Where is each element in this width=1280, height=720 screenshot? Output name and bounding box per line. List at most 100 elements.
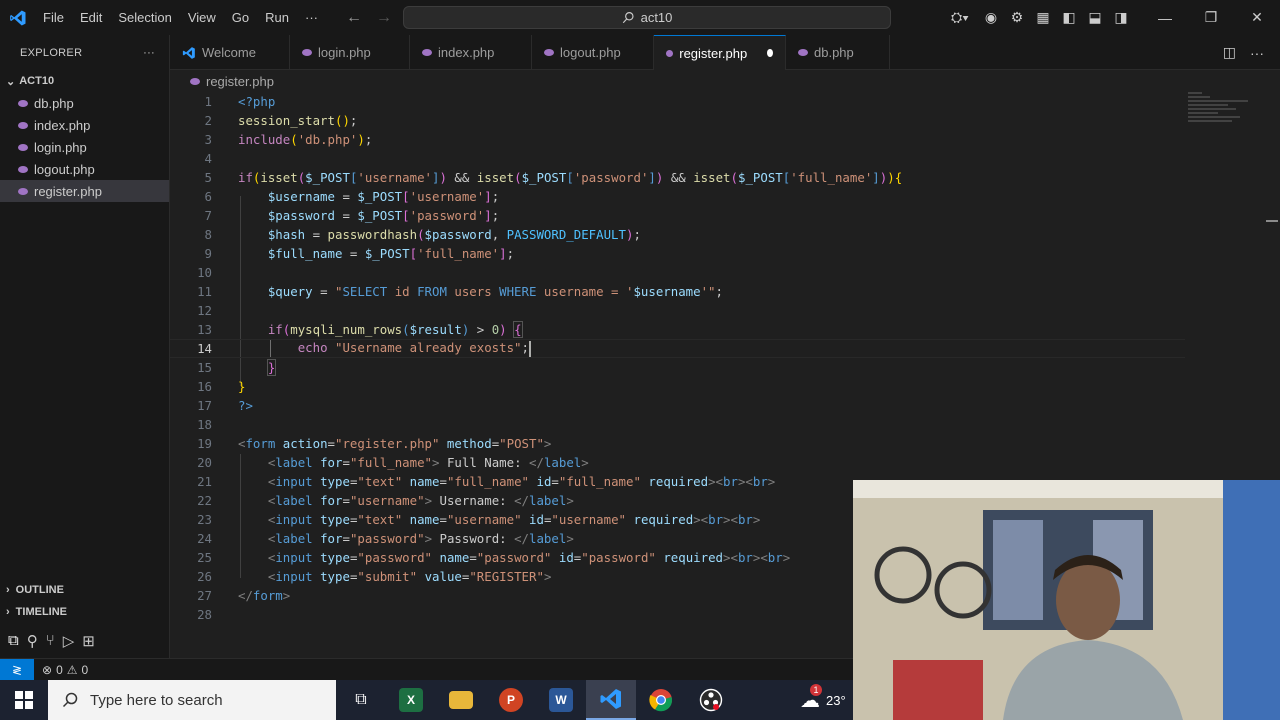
code-text: <input type="text" name="full_name" id="… xyxy=(267,474,776,489)
chevron-down-icon: ⌄ xyxy=(6,75,16,88)
forward-arrow-icon[interactable]: → xyxy=(376,9,392,27)
tab-logout-php[interactable]: logout.php xyxy=(532,35,654,70)
powerpoint-icon[interactable]: P xyxy=(486,680,536,720)
line-number: 5 xyxy=(204,170,212,185)
unsaved-dot-icon[interactable] xyxy=(767,49,773,57)
taskbar-search[interactable]: Type here to search xyxy=(48,680,336,720)
extensions-icon[interactable]: ⊞ xyxy=(82,632,95,650)
file-register-php[interactable]: register.php xyxy=(0,180,169,202)
file-db-php[interactable]: db.php xyxy=(0,92,169,114)
line-number: 6 xyxy=(204,189,212,204)
search-icon xyxy=(622,12,634,24)
file-label: index.php xyxy=(34,117,91,133)
menu-selection[interactable]: Selection xyxy=(110,0,179,35)
weather-cloud-icon: ☁ 1 xyxy=(800,683,822,712)
toggle-secondary-sidebar-icon[interactable]: ◨ xyxy=(1108,0,1134,35)
menu-view[interactable]: View xyxy=(180,0,224,35)
customize-layout-icon[interactable]: ▦ xyxy=(1030,0,1056,35)
chrome-icon[interactable] xyxy=(636,680,686,720)
menu-go[interactable]: Go xyxy=(224,0,257,35)
account-icon[interactable]: ◉ xyxy=(978,0,1004,35)
vscode-tab-icon xyxy=(182,46,195,59)
tab-index-php[interactable]: index.php xyxy=(410,35,532,70)
copilot-icon[interactable]: ⛭▾ xyxy=(942,0,978,35)
error-count: 0 xyxy=(56,662,63,677)
split-editor-icon[interactable]: ◫ xyxy=(1223,44,1236,61)
tab-login-php[interactable]: login.php xyxy=(290,35,410,70)
minimize-icon[interactable]: — xyxy=(1142,0,1188,35)
code-text: $query = "SELECT id FROM users WHERE use… xyxy=(267,284,723,299)
remote-indicator-icon[interactable]: ≷ xyxy=(0,658,34,681)
weather-widget[interactable]: ☁ 1 23° xyxy=(800,680,846,720)
folder-act10[interactable]: ⌄ ACT10 xyxy=(0,70,169,92)
code-text: <input type="text" name="username" id="u… xyxy=(267,512,761,527)
obs-icon[interactable] xyxy=(686,680,736,720)
source-control-icon[interactable]: ⑂ xyxy=(46,632,55,649)
explorer-icon[interactable]: ⧉ xyxy=(8,632,19,649)
php-file-icon xyxy=(18,187,28,195)
tabs-actions: ◫ ··· xyxy=(1223,35,1280,70)
code-line: 5 if(isset($_POST['username']) && isset($… xyxy=(170,168,1185,187)
code-text: <label for="full_name"> Full Name: </lab… xyxy=(267,455,589,470)
code-text: <?php xyxy=(238,94,276,109)
word-icon[interactable]: W xyxy=(536,680,586,720)
file-login-php[interactable]: login.php xyxy=(0,136,169,158)
file-logout-php[interactable]: logout.php xyxy=(0,158,169,180)
code-text: if(mysqli_num_rows($result) > 0) { xyxy=(267,321,523,338)
line-number: 4 xyxy=(204,151,212,166)
outline-label: OUTLINE xyxy=(15,584,64,596)
sidebar: EXPLORER ··· ⌄ ACT10 db.php index.php lo… xyxy=(0,35,170,658)
explorer-title: EXPLORER xyxy=(20,46,83,59)
windows-start-icon[interactable] xyxy=(0,680,48,720)
close-icon[interactable]: ✕ xyxy=(1234,0,1280,35)
outline-section[interactable]: › OUTLINE xyxy=(0,579,169,601)
code-text: echo "Username already exosts"; xyxy=(297,340,531,357)
code-text: $password = $_POST['password']; xyxy=(267,208,500,223)
gear-icon[interactable]: ⚙ xyxy=(1004,0,1030,35)
tab-db-php[interactable]: db.php xyxy=(786,35,890,70)
php-file-icon xyxy=(302,49,312,56)
toggle-panel-icon[interactable]: ⬓ xyxy=(1082,0,1108,35)
timeline-section[interactable]: › TIMELINE xyxy=(0,601,169,623)
tab-welcome[interactable]: Welcome xyxy=(170,35,290,70)
code-line: 7 $password = $_POST['password']; xyxy=(170,206,1185,225)
menu-run[interactable]: Run xyxy=(257,0,297,35)
code-line: 20 <label for="full_name"> Full Name: </… xyxy=(170,453,1185,472)
restore-icon[interactable]: ❐ xyxy=(1188,0,1234,35)
problems-indicator[interactable]: ⊗ 0 ⚠ 0 xyxy=(34,663,88,677)
code-line: 19 <form action="register.php" method="PO… xyxy=(170,434,1185,453)
breadcrumb-file[interactable]: register.php xyxy=(206,74,274,89)
search-placeholder: Type here to search xyxy=(90,691,223,709)
file-explorer-icon[interactable] xyxy=(436,680,486,720)
code-text: session_start(); xyxy=(238,113,358,128)
tab-register-php[interactable]: register.php xyxy=(654,35,786,70)
command-center[interactable]: act10 xyxy=(403,6,891,29)
line-number: 8 xyxy=(204,227,212,242)
menu-edit[interactable]: Edit xyxy=(72,0,110,35)
code-text: ?> xyxy=(238,398,253,413)
more-actions-icon[interactable]: ··· xyxy=(1250,45,1264,61)
menu-more[interactable]: ··· xyxy=(297,0,326,35)
line-number: 25 xyxy=(197,550,212,565)
line-number: 21 xyxy=(197,474,212,489)
toggle-primary-sidebar-icon[interactable]: ◧ xyxy=(1056,0,1082,35)
search-icon[interactable]: ⚲ xyxy=(27,632,38,650)
line-number: 10 xyxy=(197,265,212,280)
line-number: 17 xyxy=(197,398,212,413)
menu-file[interactable]: File xyxy=(35,0,72,35)
file-label: login.php xyxy=(34,139,87,155)
code-line: 6 $username = $_POST['username']; xyxy=(170,187,1185,206)
vscode-taskbar-icon[interactable] xyxy=(586,680,636,720)
code-text: } xyxy=(266,359,277,376)
back-arrow-icon[interactable]: ← xyxy=(346,9,362,27)
php-file-icon xyxy=(18,143,28,151)
excel-icon[interactable]: X xyxy=(386,680,436,720)
line-number: 27 xyxy=(197,588,212,603)
code-text: <input type="submit" value="REGISTER"> xyxy=(267,569,552,584)
minimap[interactable] xyxy=(1188,92,1258,132)
vscode-logo-icon xyxy=(0,0,35,35)
more-actions-icon[interactable]: ··· xyxy=(143,47,155,59)
task-view-icon[interactable]: ⧉ xyxy=(336,680,386,720)
run-debug-icon[interactable]: ▷ xyxy=(63,632,75,650)
file-index-php[interactable]: index.php xyxy=(0,114,169,136)
